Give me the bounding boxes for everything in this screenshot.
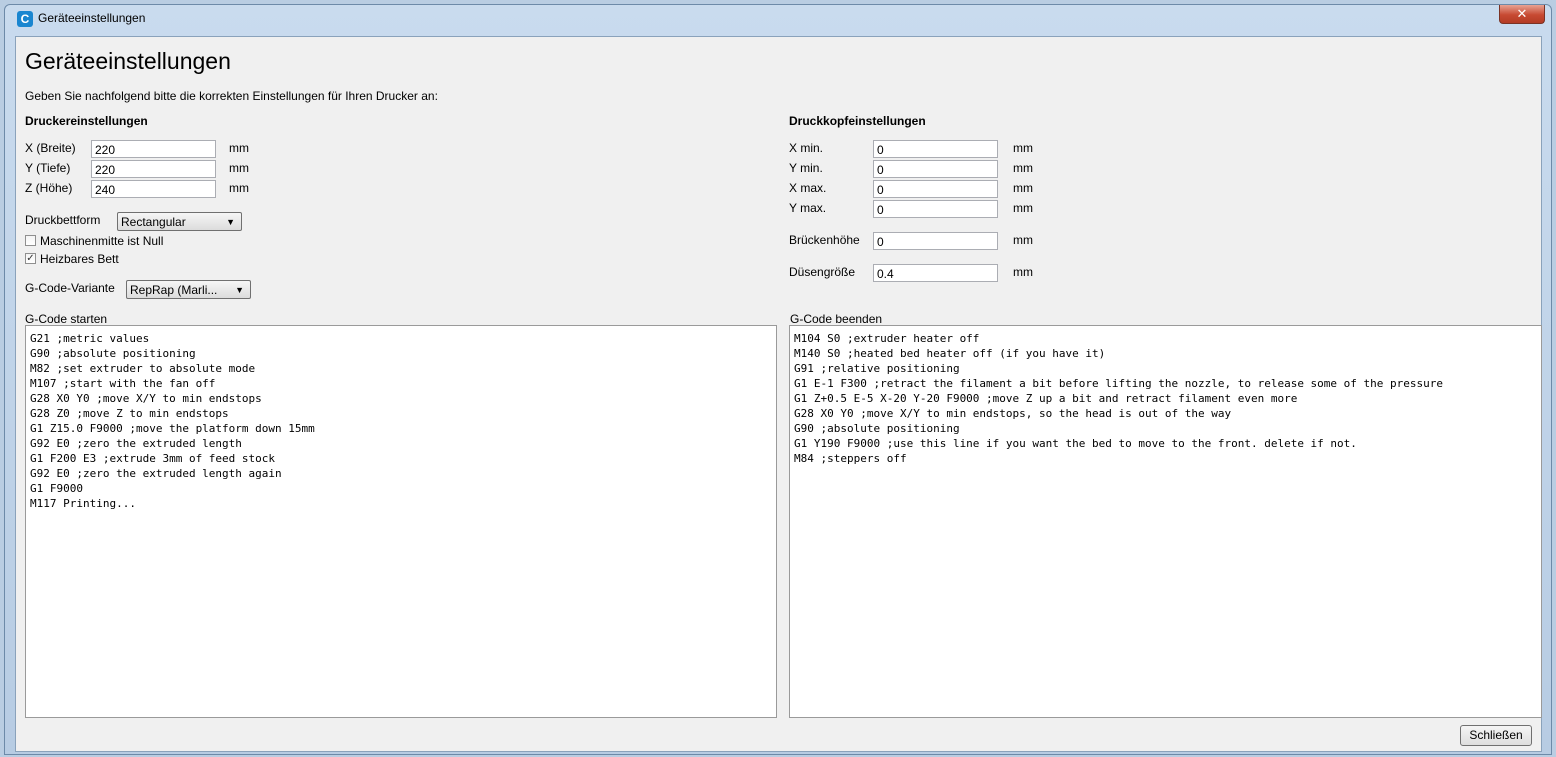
- cura-app-icon: C: [17, 11, 33, 27]
- gantry-height-unit: mm: [1013, 233, 1033, 247]
- gcode-flavor-value: RepRap (Marli...: [130, 283, 218, 297]
- gcode-line: M104 S0 ;extruder heater off: [794, 332, 980, 345]
- title-bar[interactable]: C Geräteeinstellungen ✕: [5, 5, 1551, 33]
- gcode-line: G1 F9000: [30, 482, 83, 495]
- x-width-label: X (Breite): [25, 141, 76, 155]
- y-depth-input[interactable]: 220: [91, 160, 216, 178]
- gcode-line: M107 ;start with the fan off: [30, 377, 216, 390]
- center-is-zero-label: Maschinenmitte ist Null: [40, 234, 164, 248]
- gcode-line: G1 Z15.0 F9000 ;move the platform down 1…: [30, 422, 315, 435]
- gcode-line: G1 Z+0.5 E-5 X-20 Y-20 F9000 ;move Z up …: [794, 392, 1298, 405]
- close-button[interactable]: Schließen: [1460, 725, 1532, 746]
- intro-text: Geben Sie nachfolgend bitte die korrekte…: [25, 89, 438, 103]
- gcode-line: M82 ;set extruder to absolute mode: [30, 362, 256, 375]
- gcode-line: M117 Printing...: [30, 497, 136, 510]
- printhead-settings-title: Druckkopfeinstellungen: [789, 114, 926, 128]
- x-min-label: X min.: [789, 141, 824, 155]
- gcode-line: M140 S0 ;heated bed heater off (if you h…: [794, 347, 1106, 360]
- x-width-input[interactable]: 220: [91, 140, 216, 158]
- x-min-unit: mm: [1013, 141, 1033, 155]
- window-title: Geräteeinstellungen: [38, 11, 146, 25]
- start-gcode-textarea[interactable]: G21 ;metric values G90 ;absolute position…: [25, 325, 777, 718]
- x-max-label: X max.: [789, 181, 827, 195]
- end-gcode-label: G-Code beenden: [790, 312, 883, 326]
- y-depth-label: Y (Tiefe): [25, 161, 71, 175]
- nozzle-size-input[interactable]: 0.4: [873, 264, 998, 282]
- gcode-line: G1 F200 E3 ;extrude 3mm of feed stock: [30, 452, 276, 465]
- gantry-height-input[interactable]: 0: [873, 232, 998, 250]
- bed-shape-label: Druckbettform: [25, 213, 101, 227]
- x-max-input[interactable]: 0: [873, 180, 998, 198]
- bed-shape-value: Rectangular: [121, 215, 186, 229]
- x-min-input[interactable]: 0: [873, 140, 998, 158]
- heated-bed-checkbox[interactable]: ✓: [25, 253, 36, 265]
- gcode-line: G28 X0 Y0 ;move X/Y to min endstops: [30, 392, 262, 405]
- nozzle-size-label: Düsengröße: [789, 265, 856, 279]
- gcode-line: G1 E-1 F300 ;retract the filament a bit …: [794, 377, 1444, 390]
- center-is-zero-checkbox[interactable]: [25, 235, 36, 247]
- heated-bed-row[interactable]: ✓ Heizbares Bett: [25, 252, 119, 266]
- chevron-down-icon: ▼: [235, 285, 244, 295]
- gcode-flavor-select[interactable]: RepRap (Marli... ▼: [126, 280, 251, 299]
- nozzle-size-unit: mm: [1013, 265, 1033, 279]
- y-min-input[interactable]: 0: [873, 160, 998, 178]
- bed-shape-select[interactable]: Rectangular ▼: [117, 212, 242, 231]
- gcode-line: G28 X0 Y0 ;move X/Y to min endstops, so …: [794, 407, 1232, 420]
- y-depth-unit: mm: [229, 161, 249, 175]
- page-title: Geräteeinstellungen: [25, 48, 231, 74]
- y-min-label: Y min.: [789, 161, 823, 175]
- center-is-zero-row[interactable]: Maschinenmitte ist Null: [25, 234, 163, 248]
- z-height-input[interactable]: 240: [91, 180, 216, 198]
- y-min-unit: mm: [1013, 161, 1033, 175]
- y-max-label: Y max.: [789, 201, 827, 215]
- gcode-line: G90 ;absolute positioning: [794, 422, 960, 435]
- heated-bed-label: Heizbares Bett: [40, 252, 119, 266]
- gcode-line: G92 E0 ;zero the extruded length again: [30, 467, 282, 480]
- y-max-unit: mm: [1013, 201, 1033, 215]
- gcode-line: G1 Y190 F9000 ;use this line if you want…: [794, 437, 1357, 450]
- printer-settings-title: Druckereinstellungen: [25, 114, 148, 128]
- x-max-unit: mm: [1013, 181, 1033, 195]
- x-width-unit: mm: [229, 141, 249, 155]
- dialog-body: Geräteeinstellungen Geben Sie nachfolgen…: [15, 36, 1542, 752]
- z-height-unit: mm: [229, 181, 249, 195]
- gcode-flavor-label: G-Code-Variante: [25, 281, 115, 295]
- y-max-input[interactable]: 0: [873, 200, 998, 218]
- start-gcode-label: G-Code starten: [25, 312, 108, 326]
- gcode-line: M84 ;steppers off: [794, 452, 907, 465]
- chevron-down-icon: ▼: [226, 217, 235, 227]
- gcode-line: G21 ;metric values: [30, 332, 150, 345]
- end-gcode-textarea[interactable]: M104 S0 ;extruder heater off M140 S0 ;hea…: [789, 325, 1542, 718]
- z-height-label: Z (Höhe): [25, 181, 73, 195]
- settings-window: C Geräteeinstellungen ✕ Geräteeinstellun…: [4, 4, 1552, 755]
- gcode-line: G90 ;absolute positioning: [30, 347, 196, 360]
- gantry-height-label: Brückenhöhe: [789, 233, 860, 247]
- gcode-line: G28 Z0 ;move Z to min endstops: [30, 407, 229, 420]
- gcode-line: G91 ;relative positioning: [794, 362, 960, 375]
- window-close-button[interactable]: ✕: [1499, 5, 1545, 24]
- gcode-line: G92 E0 ;zero the extruded length: [30, 437, 242, 450]
